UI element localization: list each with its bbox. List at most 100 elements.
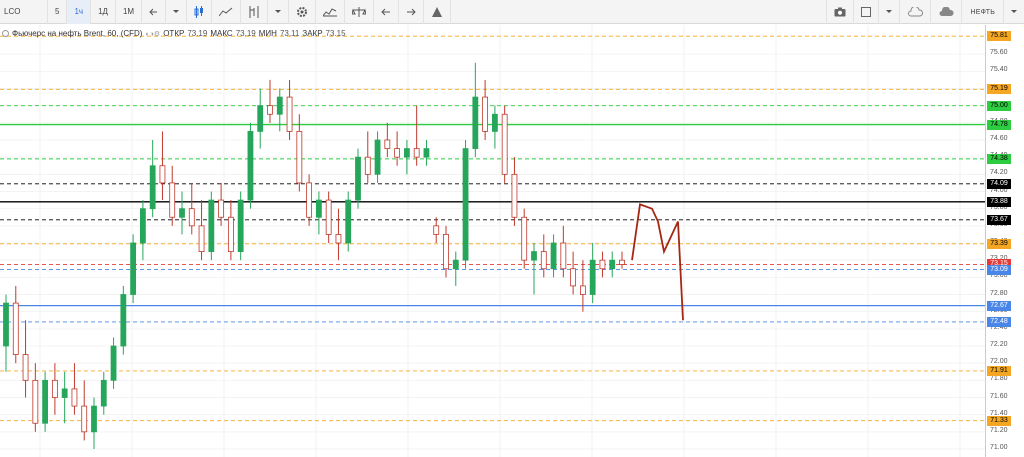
level-price-tag: 71.33 (987, 415, 1011, 426)
back-arrow-icon[interactable] (142, 0, 167, 24)
axis-tick-label: 72.20 (990, 341, 1008, 348)
candle-body (521, 216, 528, 261)
settings-icon[interactable] (289, 0, 317, 24)
level-price-tag: 75.00 (987, 100, 1011, 111)
candle-body (443, 234, 449, 270)
cloud-upload-icon[interactable] (930, 0, 961, 24)
level-price-tag: 74.38 (987, 153, 1011, 164)
dropdown-icon[interactable] (1003, 0, 1024, 24)
interval-label: 1М (122, 7, 135, 16)
cloud-icon[interactable] (899, 0, 930, 24)
candle-body (589, 259, 596, 295)
candle-body (208, 199, 215, 252)
close-value: 73.15 (325, 29, 346, 38)
legend-eye-icon[interactable]: ◐◑⚙ (145, 30, 160, 38)
candle-body (3, 302, 9, 347)
axis-tick-label: 71.60 (990, 392, 1008, 400)
drawn-trend-path (631, 203, 684, 321)
low-label: МИН (258, 29, 277, 38)
axis-tick-label: 74.20 (990, 169, 1008, 177)
legend-symbol-icon[interactable] (2, 30, 9, 37)
level-price-tag: 72.67 (987, 300, 1011, 311)
indicator-icon[interactable] (241, 0, 269, 24)
interval-1h-button[interactable]: 1ч (67, 0, 92, 24)
candle-body (159, 165, 166, 184)
axis-tick-label: 74.60 (990, 135, 1008, 142)
candle-body (570, 268, 577, 287)
axis-tick-label: 75.40 (990, 66, 1008, 74)
candle-body (599, 259, 606, 270)
candle-body (257, 105, 264, 132)
candles-icon[interactable] (187, 0, 213, 24)
chart-legend: Фьючерс на нефть Brent, 60, (CFD) ◐◑⚙ ОТ… (2, 29, 346, 38)
candle-body (51, 379, 58, 398)
candle-body (413, 148, 420, 158)
dropdown-icon[interactable] (166, 0, 188, 24)
candle-body (91, 405, 97, 433)
level-price-tag: 74.09 (987, 178, 1011, 189)
open-value: 73.19 (187, 29, 208, 38)
candle-body (218, 199, 225, 218)
candle-body (364, 156, 371, 175)
toolbar-right: НЕФТЬ (826, 0, 1024, 24)
redo-icon[interactable] (399, 0, 425, 24)
candle-body (267, 105, 273, 115)
layout-icon[interactable] (853, 0, 878, 24)
candle-body (384, 139, 391, 149)
candle-body (560, 242, 567, 270)
level-price-tag: 75.81 (987, 31, 1011, 42)
candle-body (120, 294, 127, 347)
candle-body (540, 251, 547, 270)
candle-body (501, 113, 508, 175)
candle-body (609, 259, 616, 270)
layout-name-button[interactable]: НЕФТЬ (961, 0, 1003, 24)
candle-body (472, 96, 479, 149)
compare-icon[interactable] (316, 0, 346, 24)
level-price-tag: 71.91 (987, 365, 1011, 376)
line-chart-icon[interactable] (212, 0, 242, 24)
price-axis[interactable]: 75.6075.4075.2075.0074.8074.6074.4074.20… (985, 25, 1024, 457)
candle-body (188, 208, 195, 227)
camera-icon[interactable] (826, 0, 853, 24)
candle-body (100, 379, 107, 407)
interval-1m-button[interactable]: 1М (116, 0, 143, 24)
candle-body (619, 259, 625, 265)
candle-body (306, 182, 313, 218)
candle-body (315, 199, 322, 218)
high-value: 73.19 (235, 29, 256, 38)
price-chart[interactable] (0, 25, 985, 457)
interval-label: 1Д (98, 7, 108, 16)
candle-body (511, 173, 518, 218)
candle-body (169, 182, 176, 218)
scale-icon[interactable] (345, 0, 375, 24)
candle-body (237, 199, 244, 252)
candle-body (42, 379, 49, 424)
dropdown-icon[interactable] (878, 0, 899, 24)
candle-body (247, 131, 254, 201)
undo-icon[interactable] (374, 0, 400, 24)
candle-body (462, 148, 469, 261)
axis-tick-label: 72.00 (990, 358, 1008, 366)
candle-body (32, 379, 39, 424)
dropdown-icon[interactable] (268, 0, 290, 24)
alert-icon[interactable] (424, 0, 452, 24)
interval-5-button[interactable]: 5 (48, 0, 68, 24)
candle-body (71, 388, 78, 407)
candle-body (61, 388, 68, 398)
axis-tick-label: 72.80 (990, 289, 1008, 297)
candle-body (423, 148, 430, 158)
candle-body (550, 242, 557, 270)
chart-toolbar: LCO 5 1ч 1Д 1М НЕФТЬ (0, 0, 1024, 24)
candle-body (22, 354, 29, 381)
symbol-input[interactable]: LCO (0, 0, 48, 24)
interval-1d-button[interactable]: 1Д (91, 0, 116, 24)
layout-name-label: НЕФТЬ (970, 8, 995, 16)
candle-body (286, 96, 293, 132)
candle-body (335, 234, 342, 244)
candle-body (374, 139, 381, 175)
candle-body (276, 96, 283, 115)
candle-body (179, 208, 185, 218)
candle-body (394, 148, 401, 158)
open-label: ОТКР (163, 29, 185, 38)
candle-body (491, 113, 498, 132)
